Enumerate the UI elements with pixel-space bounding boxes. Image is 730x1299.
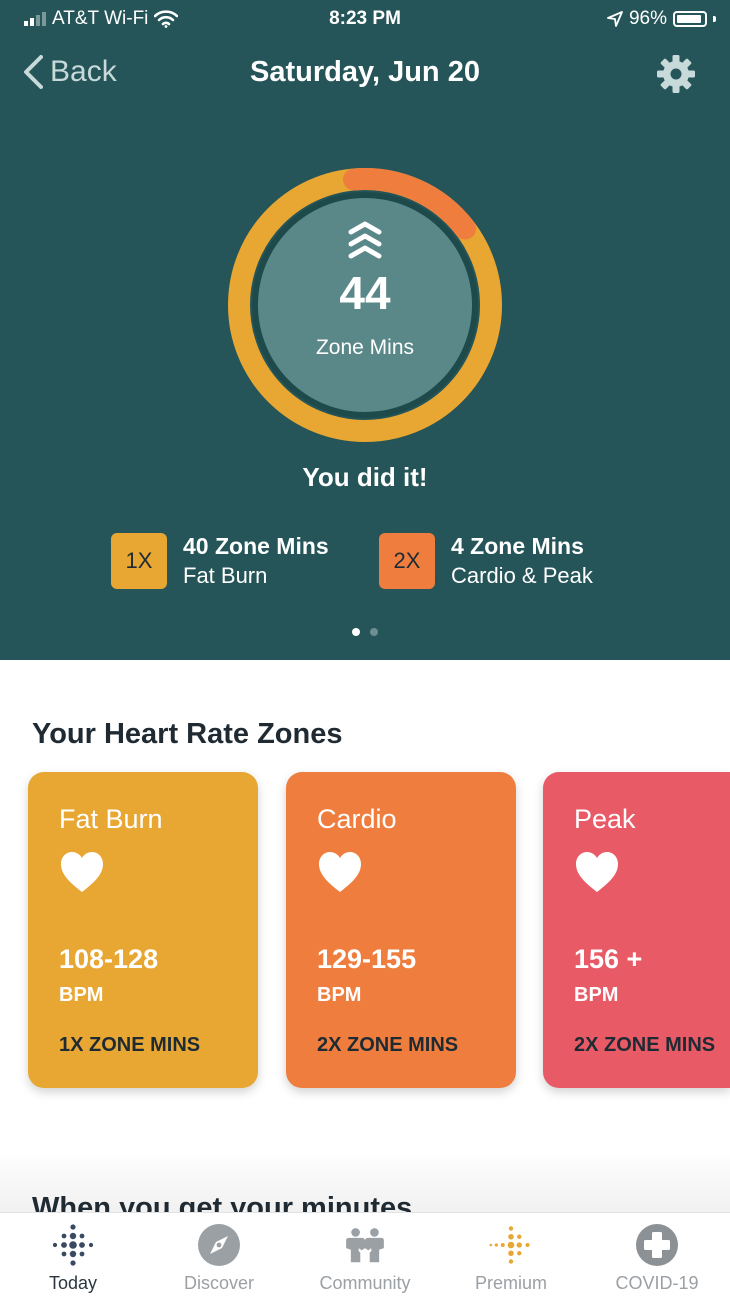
- zone-name: Peak: [574, 804, 636, 834]
- legend-fat-burn: 1X 40 Zone Mins Fat Burn: [111, 531, 329, 591]
- bpm-range: 129-155: [317, 944, 417, 974]
- page-indicator[interactable]: [0, 628, 730, 636]
- gear-icon[interactable]: [656, 54, 696, 94]
- bpm-unit: BPM: [317, 984, 362, 1006]
- zone-minutes-center: 44 Zone Mins: [258, 198, 472, 412]
- battery-tip: [713, 16, 716, 22]
- tab-bar: Today Discover Community Premium COVID-1…: [0, 1212, 730, 1299]
- bpm-unit: BPM: [59, 984, 104, 1006]
- section-title: Your Heart Rate Zones: [32, 718, 343, 750]
- tab-covid-19[interactable]: COVID-19: [584, 1213, 730, 1299]
- battery-icon: [673, 11, 707, 27]
- tab-label: Discover: [183, 1273, 254, 1293]
- tab-community[interactable]: Community: [292, 1213, 438, 1299]
- page-dot[interactable]: [370, 628, 378, 636]
- location-icon: [607, 11, 623, 27]
- zone-minutes-ring: 44 Zone Mins: [225, 165, 505, 445]
- multiplier-badge: 1X: [111, 533, 167, 589]
- zone-multiplier: 2X ZONE MINS: [574, 1034, 716, 1056]
- zone-card-fat-burn[interactable]: Fat Burn 108-128 BPM 1X ZONE MINS: [28, 772, 258, 1088]
- zone-multiplier: 1X ZONE MINS: [59, 1034, 201, 1056]
- heart-icon: [319, 852, 361, 892]
- bpm-range: 156 +: [574, 944, 643, 974]
- zone-name: Fat Burn: [59, 804, 163, 834]
- bpm-range: 108-128: [59, 944, 159, 974]
- battery-percent: 96%: [628, 8, 667, 29]
- tab-label: COVID-19: [615, 1273, 699, 1293]
- zone-minutes-label: Zone Mins: [315, 336, 415, 359]
- compass-icon: [198, 1224, 240, 1266]
- tab-today[interactable]: Today: [0, 1213, 146, 1299]
- bpm-unit: BPM: [574, 984, 619, 1006]
- legend-minutes: 40 Zone Mins: [183, 533, 329, 559]
- legend-minutes: 4 Zone Mins: [451, 533, 584, 559]
- tab-premium[interactable]: Premium: [438, 1213, 584, 1299]
- goal-message: You did it!: [302, 462, 428, 492]
- plus-circle-icon: [636, 1224, 678, 1266]
- tab-label: Community: [319, 1273, 411, 1293]
- zone-name: Cardio: [317, 804, 397, 834]
- page-title: Saturday, Jun 20: [250, 56, 480, 88]
- zone-card-peak[interactable]: Peak 156 + BPM 2X ZONE MINS: [543, 772, 730, 1088]
- heart-icon: [61, 852, 103, 892]
- multiplier-badge: 2X: [379, 533, 435, 589]
- tab-label: Premium: [474, 1273, 547, 1293]
- community-icon: [346, 1228, 384, 1263]
- next-section-title: When you get your minutes: [32, 1192, 413, 1212]
- heart-icon: [576, 852, 618, 892]
- legend-zone: Fat Burn: [183, 563, 268, 588]
- zone-chevrons-icon: [348, 221, 382, 259]
- tab-discover[interactable]: Discover: [146, 1213, 292, 1299]
- navigation-bar: Back Saturday, Jun 20: [0, 48, 730, 100]
- premium-dots-icon: [489, 1226, 530, 1264]
- legend-cardio-peak: 2X 4 Zone Mins Cardio & Peak: [379, 531, 593, 591]
- zone-minutes-value: 44: [339, 267, 391, 319]
- zone-card-cardio[interactable]: Cardio 129-155 BPM 2X ZONE MINS: [286, 772, 516, 1088]
- fitbit-dots-icon: [52, 1224, 94, 1266]
- page-dot-active[interactable]: [352, 628, 360, 636]
- legend-zone: Cardio & Peak: [451, 563, 593, 588]
- summary-header: AT&T Wi-Fi 8:23 PM 96% Back Saturday, Ju…: [0, 0, 730, 660]
- tab-label: Today: [48, 1273, 98, 1293]
- status-bar: AT&T Wi-Fi 8:23 PM 96%: [0, 0, 730, 38]
- zone-multiplier: 2X ZONE MINS: [317, 1034, 459, 1056]
